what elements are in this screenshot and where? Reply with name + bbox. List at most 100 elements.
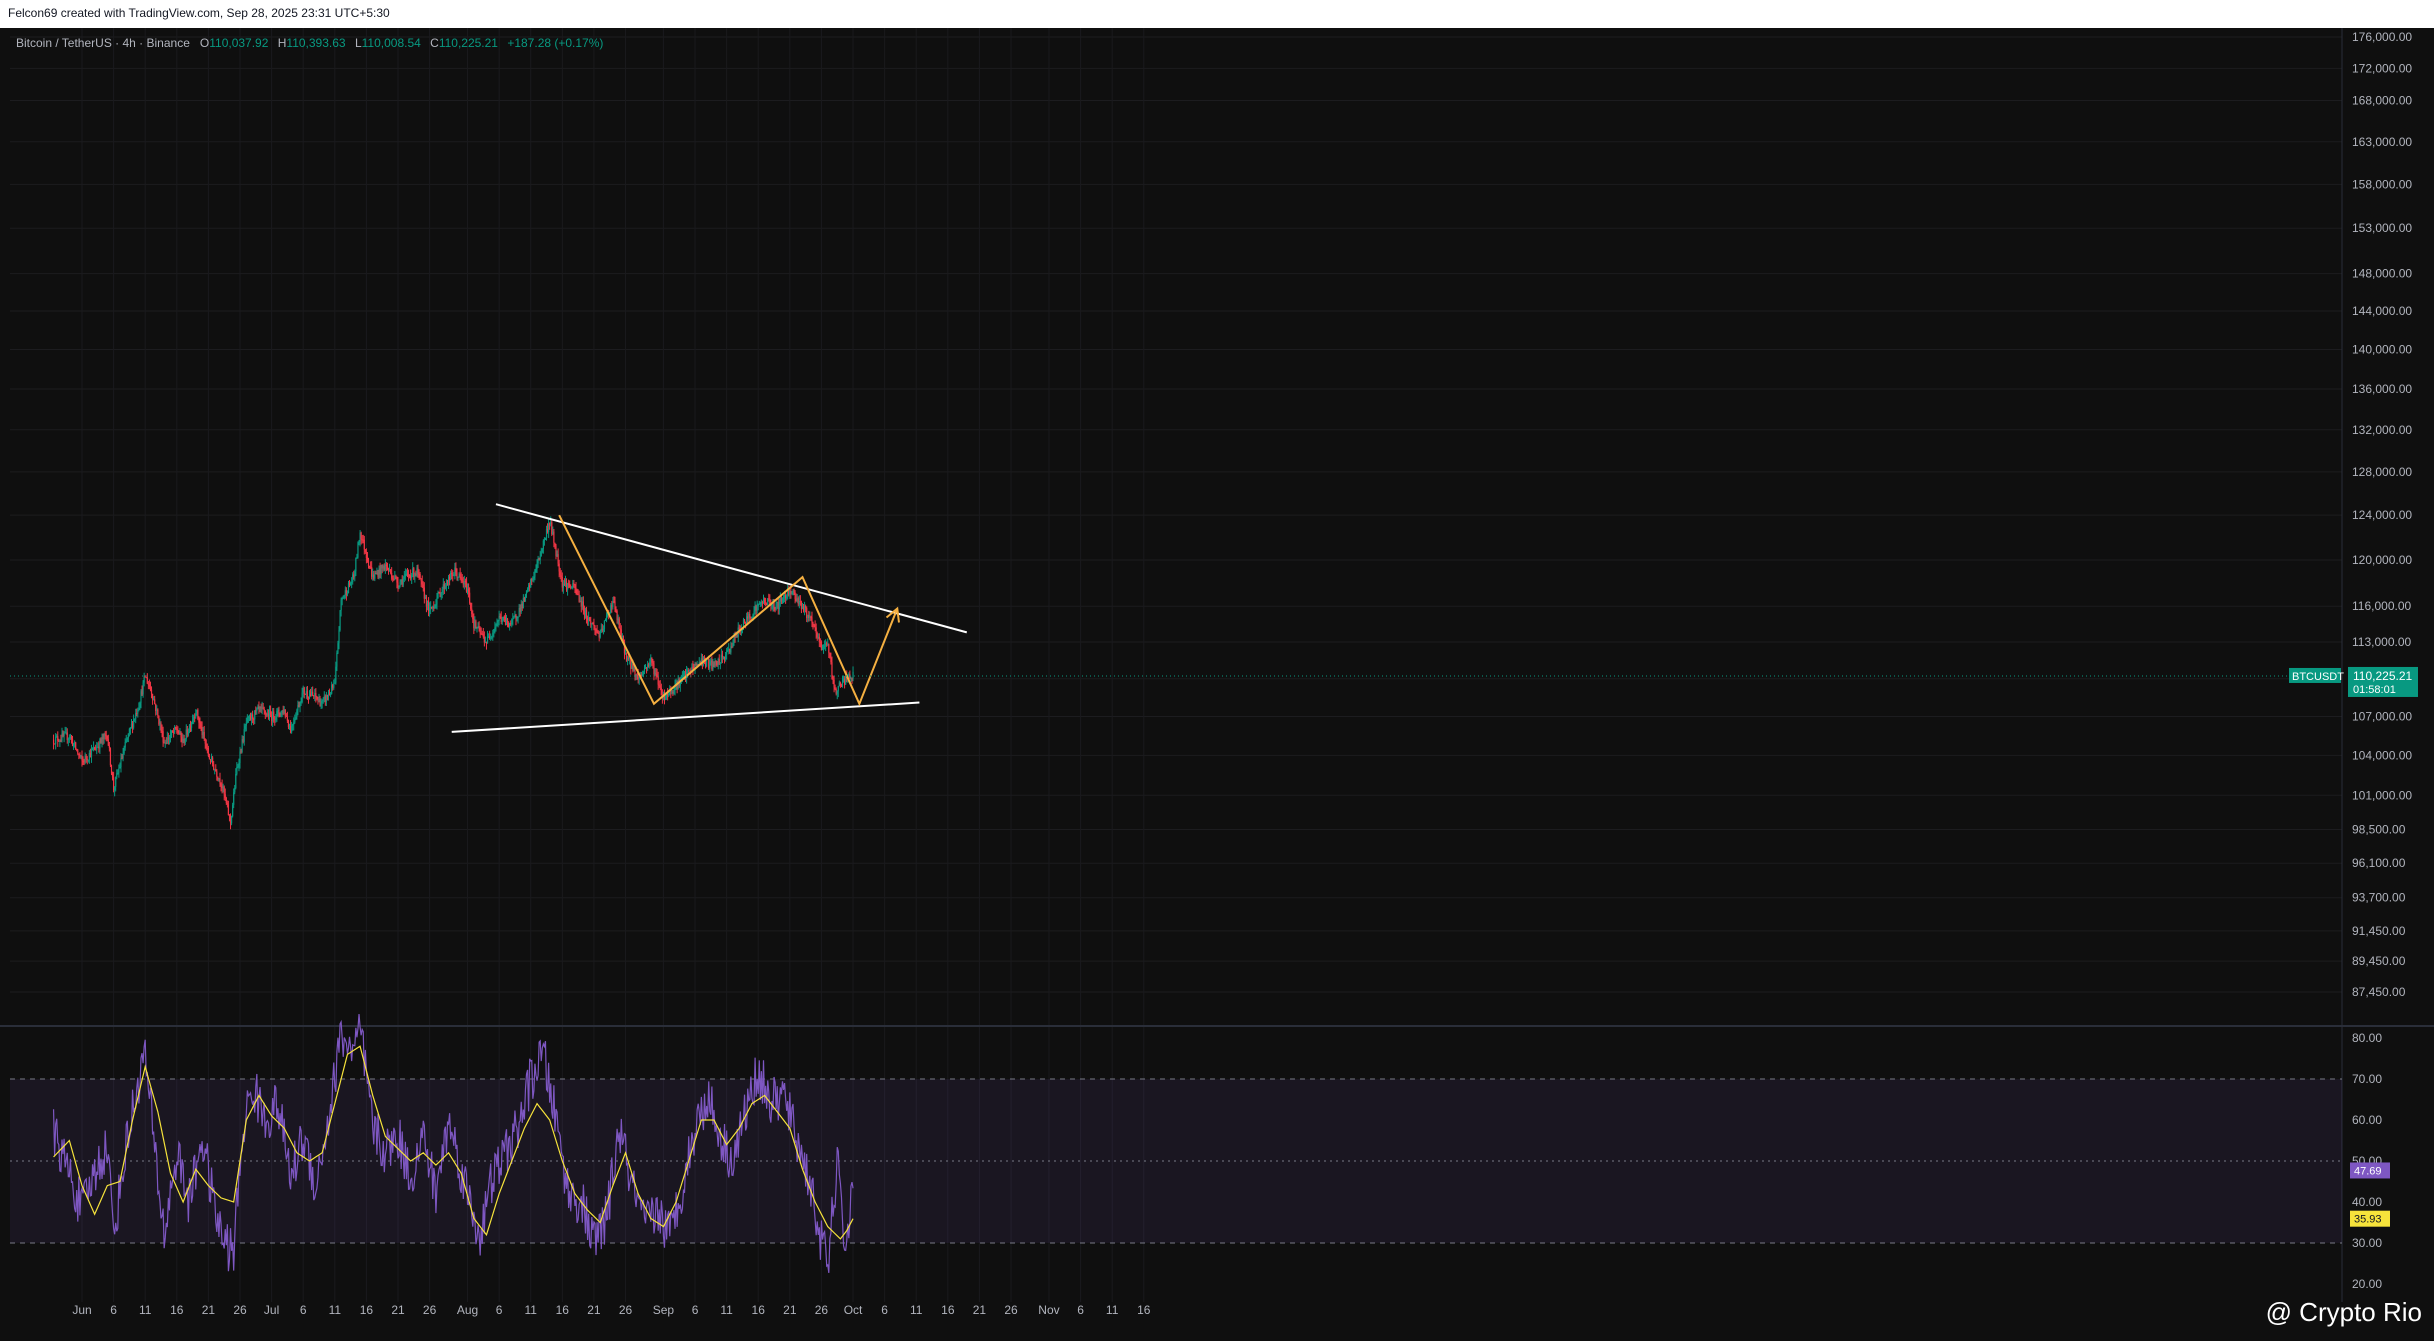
candle-body [298,705,300,708]
candle-body [271,714,273,722]
candle-body [604,619,607,621]
candle-body [367,561,370,566]
candle-body [738,627,740,629]
candle-body [295,716,297,720]
candle-body [443,584,445,589]
time-axis-label: 26 [1004,1303,1018,1317]
candle-body [296,710,298,717]
candle-body [745,622,747,624]
candle-body [118,768,120,773]
candle-body [161,730,163,732]
candle-body [559,571,561,576]
candle-body [128,728,130,734]
candle-body [294,719,296,723]
candle-body [238,763,240,766]
candle-body [783,595,786,598]
candle-body [458,573,460,577]
candle-body [580,600,582,607]
candle-body [88,752,90,760]
time-axis-label: 16 [556,1303,570,1317]
candle-body [85,755,87,759]
trendline-lower [451,701,920,733]
candle-body [819,641,821,643]
candle-body [55,736,57,744]
candle-body [382,565,384,569]
candle-body [682,675,685,677]
candle-body [363,539,365,550]
candle-body [69,736,72,738]
candle-body [60,740,62,742]
candle-body [325,694,327,703]
candle-body [154,699,156,705]
candle-body [328,694,331,696]
candle-body [724,654,727,660]
candle-body [273,711,275,719]
candle-body [599,631,601,638]
candle-body [224,794,226,798]
candle-body [637,674,639,680]
candle-body [579,600,581,602]
candle-body [588,617,590,621]
candle-body [160,723,162,731]
time-axis-label: 11 [720,1303,733,1317]
candle-body [445,584,448,586]
candle-body [190,722,193,728]
time-axis-label: 6 [496,1303,503,1317]
candle-body [432,606,434,609]
candle-body [205,743,207,749]
candle-body [100,739,102,742]
candle-body [233,792,235,805]
candle-body [200,724,202,727]
candle-body [416,567,418,574]
candle-body [415,573,417,575]
candle-body [133,719,135,728]
candle-body [708,658,710,669]
candle-body [647,664,649,669]
candle-body [65,732,67,734]
candle-body [230,816,233,824]
candle-body [254,710,256,720]
candle-body [644,667,647,669]
candle-body [756,606,758,611]
candle-body [667,693,669,696]
candle-body [844,678,846,685]
candle-body [284,709,286,716]
candle-body [417,567,419,574]
candle-body [612,601,614,607]
candle-body [175,726,177,729]
candle-body [775,603,777,610]
candle-body [851,678,853,680]
ohlc-legend: Bitcoin / TetherUS · 4h · Binance O110,0… [16,36,609,50]
candle-body [207,748,209,756]
candle-body [265,714,267,716]
time-axis-label: Aug [457,1303,478,1317]
candle-body [95,749,97,751]
candle-body [734,636,736,638]
candle-body [291,725,293,733]
candle-body [714,661,716,665]
chart-canvas[interactable]: 176,000.00 172,000.00 168,000.00 163,000.00… [0,28,2434,1336]
candle-body [143,676,145,683]
time-axis-label: 26 [423,1303,437,1317]
chart-area[interactable]: 176,000.00 172,000.00 168,000.00 163,000.00… [0,28,2434,1336]
candle-body [585,610,588,618]
candle-body [449,576,451,580]
time-axis-label: 11 [329,1303,342,1317]
candle-body [169,735,172,738]
candle-body [642,672,645,674]
candle-body [519,607,521,612]
candle-body [81,755,83,761]
candle-body [582,601,584,612]
time-axis-label: 26 [619,1303,633,1317]
candle-body [213,764,215,770]
candle-body [619,628,621,630]
candle-body [463,580,465,585]
candle-body [246,717,248,723]
candle-body [656,674,658,677]
candle-body [467,588,470,593]
candle-body [583,611,586,616]
candle-body [68,737,70,739]
candle-body [806,607,808,619]
candle-body [243,729,245,742]
candle-body [113,777,115,791]
